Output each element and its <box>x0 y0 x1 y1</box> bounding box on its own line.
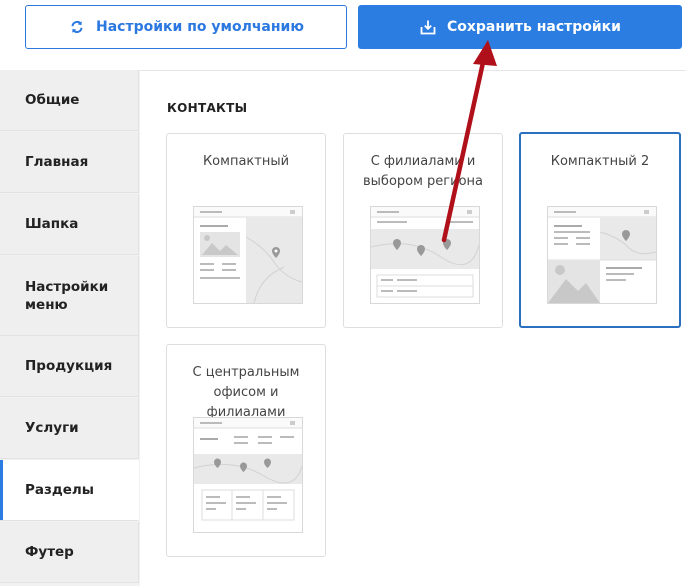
sidebar-item-label: Продукция <box>25 358 113 374</box>
toolbar: Настройки по умолчанию Сохранить настрой… <box>0 0 686 71</box>
sidebar-item-label: Футер <box>25 544 74 560</box>
layout-preview-thumbnail <box>193 206 303 304</box>
download-icon <box>419 18 437 36</box>
settings-sidebar: Общие Главная Шапка Настройки меню Проду… <box>0 70 140 586</box>
section-title: КОНТАКТЫ <box>167 101 248 115</box>
reset-defaults-button[interactable]: Настройки по умолчанию <box>25 5 347 49</box>
contacts-layout-card-branches-region[interactable]: С филиалами и выбором региона <box>343 133 503 328</box>
contacts-layout-card-compact[interactable]: Компактный <box>166 133 326 328</box>
card-title: С филиалами и выбором региона <box>363 154 483 189</box>
sidebar-item-general[interactable]: Общие <box>0 70 139 131</box>
sidebar-item-header[interactable]: Шапка <box>0 194 139 255</box>
sidebar-item-menu-settings[interactable]: Настройки меню <box>0 256 139 336</box>
sidebar-item-home[interactable]: Главная <box>0 132 139 193</box>
layout-preview-thumbnail <box>370 206 480 304</box>
layout-preview-thumbnail <box>193 417 303 533</box>
sidebar-item-services[interactable]: Услуги <box>0 398 139 459</box>
card-title: Компактный 2 <box>550 154 650 169</box>
sidebar-item-sections[interactable]: Разделы <box>0 460 139 521</box>
refresh-icon <box>68 18 86 36</box>
sidebar-item-label: Шапка <box>25 216 79 232</box>
sidebar-item-label: Настройки меню <box>25 278 109 313</box>
layout-preview-thumbnail <box>547 206 657 304</box>
reset-defaults-label: Настройки по умолчанию <box>96 19 304 35</box>
sidebar-item-footer[interactable]: Футер <box>0 522 139 583</box>
card-title: Компактный <box>202 154 290 169</box>
save-settings-label: Сохранить настройки <box>446 19 621 35</box>
sidebar-item-label: Главная <box>25 154 89 170</box>
card-title: С центральным офисом и филиалами <box>192 365 300 420</box>
sidebar-item-label: Общие <box>25 92 80 108</box>
sidebar-item-products[interactable]: Продукция <box>0 336 139 397</box>
contacts-layout-card-central-office[interactable]: С центральным офисом и филиалами <box>166 344 326 557</box>
sidebar-item-label: Услуги <box>25 420 79 436</box>
sidebar-item-label: Разделы <box>25 482 95 498</box>
contacts-layout-card-compact-2[interactable]: Компактный 2 <box>519 132 681 328</box>
save-settings-button[interactable]: Сохранить настройки <box>358 5 682 49</box>
